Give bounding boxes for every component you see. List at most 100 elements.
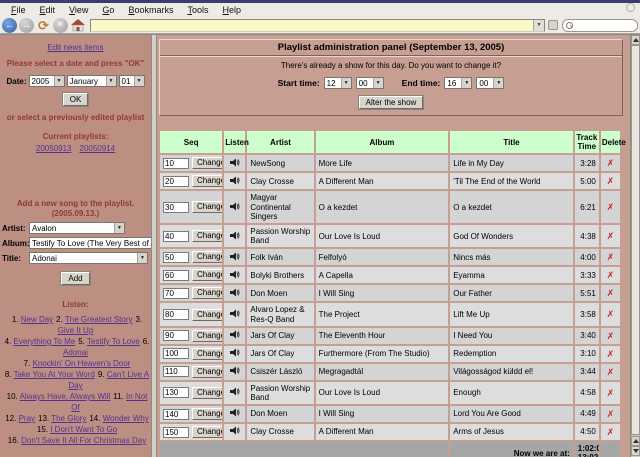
playlist-link-20050913[interactable]: 20050913 xyxy=(36,144,72,153)
song-link[interactable]: Don't Save It All For Christmas Day xyxy=(21,436,146,445)
stop-button[interactable]: ✕ xyxy=(53,17,68,33)
speaker-icon[interactable] xyxy=(229,288,240,299)
delete-button[interactable]: ✗ xyxy=(600,424,620,441)
delete-button[interactable]: ✗ xyxy=(600,191,620,223)
speaker-icon[interactable] xyxy=(229,330,240,341)
go-button[interactable] xyxy=(548,20,558,30)
end-hour-select[interactable]: 16 ▼ xyxy=(444,77,473,89)
search-box[interactable] xyxy=(562,18,638,32)
end-minute-select[interactable]: 00 ▼ xyxy=(476,77,505,89)
delete-button[interactable]: ✗ xyxy=(600,363,620,380)
song-link[interactable]: The Glory xyxy=(51,414,86,423)
speaker-icon[interactable] xyxy=(229,426,240,437)
change-button[interactable]: Change xyxy=(192,230,223,243)
chevron-down-icon[interactable]: ▼ xyxy=(340,78,351,88)
change-button[interactable]: Change xyxy=(192,157,223,170)
album-select[interactable]: Testify To Love (The Very Best of Avalon… xyxy=(29,237,151,249)
delete-button[interactable]: ✗ xyxy=(600,345,620,362)
menu-view[interactable]: View xyxy=(62,4,95,16)
song-link[interactable]: Always Have, Always Will xyxy=(20,392,111,401)
seq-input[interactable] xyxy=(163,157,189,169)
change-button[interactable]: Change xyxy=(192,201,223,214)
song-link[interactable]: Adonai xyxy=(63,348,88,357)
change-button[interactable]: Change xyxy=(192,287,223,300)
seq-input[interactable] xyxy=(163,230,189,242)
back-button[interactable]: ← xyxy=(2,17,17,33)
chevron-down-icon[interactable]: ▼ xyxy=(372,78,383,88)
song-link[interactable]: The Greatest Story xyxy=(65,315,133,324)
delete-button[interactable]: ✗ xyxy=(600,327,620,344)
chevron-down-icon[interactable]: ▼ xyxy=(133,76,144,86)
menu-file[interactable]: File xyxy=(4,4,33,16)
change-button[interactable]: Change xyxy=(192,329,223,342)
change-button[interactable]: Change xyxy=(192,175,223,188)
delete-button[interactable]: ✗ xyxy=(600,267,620,284)
year-select[interactable]: 2005 ▼ xyxy=(28,75,65,87)
add-button[interactable]: Add xyxy=(60,271,91,286)
scroll-down-button[interactable] xyxy=(631,446,640,456)
chevron-down-icon[interactable]: ▼ xyxy=(493,78,504,88)
seq-input[interactable] xyxy=(163,251,189,263)
song-link[interactable]: New Day xyxy=(21,315,53,324)
change-button[interactable]: Change xyxy=(192,386,223,399)
change-button[interactable]: Change xyxy=(192,269,223,282)
chevron-down-icon[interactable]: ▼ xyxy=(53,76,64,86)
alter-show-button[interactable]: Alter the show xyxy=(357,95,425,110)
chevron-down-icon[interactable]: ▼ xyxy=(114,223,124,233)
song-link[interactable]: Pray xyxy=(19,414,35,423)
chevron-down-icon[interactable]: ▼ xyxy=(105,76,116,86)
reload-button[interactable]: ⟳ xyxy=(36,18,51,33)
artist-select[interactable]: Avalon ▼ xyxy=(29,222,125,234)
scroll-up-button[interactable] xyxy=(631,35,640,45)
menu-go[interactable]: Go xyxy=(95,4,121,16)
speaker-icon[interactable] xyxy=(229,366,240,377)
song-link[interactable]: Everything To Me xyxy=(14,337,76,346)
change-button[interactable]: Change xyxy=(192,408,223,421)
song-link[interactable]: Give It Up xyxy=(58,326,94,335)
menu-help[interactable]: Help xyxy=(215,4,248,16)
menu-bookmarks[interactable]: Bookmarks xyxy=(121,4,180,16)
scroll-up-button-bottom[interactable] xyxy=(631,436,640,446)
start-hour-select[interactable]: 12 ▼ xyxy=(323,77,352,89)
speaker-icon[interactable] xyxy=(229,309,240,320)
speaker-icon[interactable] xyxy=(229,202,240,213)
vertical-scrollbar[interactable] xyxy=(630,35,640,457)
seq-input[interactable] xyxy=(163,175,189,187)
song-link[interactable]: Knockin' On Heaven's Door xyxy=(33,359,131,368)
url-dropdown-button[interactable]: ▼ xyxy=(533,19,544,31)
month-select[interactable]: January ▼ xyxy=(66,75,117,87)
delete-button[interactable]: ✗ xyxy=(600,173,620,190)
menu-edit[interactable]: Edit xyxy=(33,4,63,16)
playlist-link-20050914[interactable]: 20050914 xyxy=(80,144,116,153)
change-button[interactable]: Change xyxy=(192,308,223,321)
day-select[interactable]: 01 ▼ xyxy=(118,75,145,87)
change-button[interactable]: Change xyxy=(192,365,223,378)
change-button[interactable]: Change xyxy=(192,426,223,439)
seq-input[interactable] xyxy=(163,287,189,299)
delete-button[interactable]: ✗ xyxy=(600,381,620,405)
seq-input[interactable] xyxy=(163,366,189,378)
song-link[interactable]: Wonder Why xyxy=(103,414,149,423)
start-minute-select[interactable]: 00 ▼ xyxy=(355,77,384,89)
url-bar[interactable]: ▼ xyxy=(90,18,545,32)
delete-button[interactable]: ✗ xyxy=(600,406,620,423)
speaker-icon[interactable] xyxy=(229,176,240,187)
delete-button[interactable]: ✗ xyxy=(600,249,620,266)
seq-input[interactable] xyxy=(163,269,189,281)
speaker-icon[interactable] xyxy=(229,348,240,359)
delete-button[interactable]: ✗ xyxy=(600,224,620,248)
scrollbar-thumb[interactable] xyxy=(631,45,640,435)
seq-input[interactable] xyxy=(163,426,189,438)
menu-tools[interactable]: Tools xyxy=(180,4,215,16)
title-select[interactable]: Adonai ▼ xyxy=(29,252,148,264)
seq-input[interactable] xyxy=(163,330,189,342)
speaker-icon[interactable] xyxy=(229,408,240,419)
seq-input[interactable] xyxy=(163,201,189,213)
edit-news-link[interactable]: Edit news items xyxy=(47,43,103,52)
chevron-down-icon[interactable]: ▼ xyxy=(137,253,147,263)
delete-button[interactable]: ✗ xyxy=(600,155,620,172)
chevron-down-icon[interactable]: ▼ xyxy=(461,78,472,88)
change-button[interactable]: Change xyxy=(192,347,223,360)
song-link[interactable]: Testify To Love xyxy=(87,337,140,346)
song-link[interactable]: Take You At Your Word xyxy=(14,370,95,379)
